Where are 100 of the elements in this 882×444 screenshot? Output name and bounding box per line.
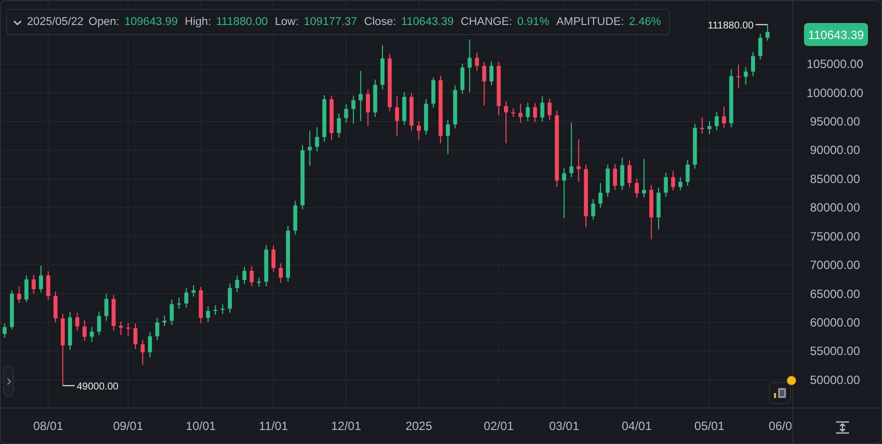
candlestick [206,306,210,322]
candlestick [358,70,363,122]
candlestick [612,164,617,190]
price-axis-label: 70000.00 [810,258,860,272]
candlestick [395,96,399,136]
candlestick [271,245,276,272]
legend-value: 2.46% [629,16,662,28]
time-axis-label: 12/01 [331,419,362,433]
notebook-icon [774,387,786,399]
candlestick [460,63,464,94]
candlestick [416,120,421,141]
candlestick [278,262,283,284]
chevron-right-icon [6,378,10,384]
candlestick [235,274,240,293]
candlestick [707,120,712,135]
time-axis-label: 06/0 [768,419,792,433]
time-axis-label: 08/01 [33,419,64,433]
candlestick [736,64,740,89]
candlestick [330,95,334,140]
candlestick [75,312,80,331]
candlestick [671,170,676,191]
candlestick [82,320,87,342]
expand-button[interactable] [3,365,14,397]
candlestick [90,326,94,342]
candlestick [504,100,508,144]
candlestick [758,33,762,60]
candlestick [46,270,50,301]
candlestick [308,130,312,166]
candlestick [2,323,7,338]
candlestick [628,160,632,188]
price-axis-label: 55000.00 [810,344,860,358]
candlestick [584,164,588,228]
legend-label: Close: [364,16,396,28]
candlestick [766,24,770,42]
candlestick [315,126,320,152]
candlestick [591,198,596,220]
price-axis-label: 95000.00 [810,114,860,129]
legend-label: AMPLITUDE: [556,16,624,28]
candlestick [162,315,166,326]
candlestick [192,284,196,298]
candlestick [686,160,690,186]
candlestick [642,158,646,198]
candlestick [526,102,530,122]
notes-button[interactable] [769,382,791,404]
candlestick [242,266,246,284]
candlestick [322,94,326,142]
price-marker: 111880.00 [708,20,754,32]
candlestick [511,108,516,118]
time-axis-label: 10/01 [186,419,216,433]
candlestick [148,332,152,358]
candlestick [344,104,348,124]
candlestick [213,304,218,316]
candlestick [649,184,654,240]
candlestick [300,144,305,210]
candlestick [54,290,58,323]
legend-label: CHANGE: [460,16,512,28]
candlestick [489,60,494,86]
candlestick [678,176,682,191]
candlestick [548,98,552,120]
legend-value: 109643.99 [124,16,178,28]
price-axis-label: 75000.00 [810,229,860,244]
candlestick [256,277,261,288]
time-axis-label: 05/01 [694,419,724,433]
candlestick [474,52,479,72]
candlestick [10,290,14,330]
price-axis-label: 85000.00 [810,172,860,186]
legend-label: Low: [274,16,299,28]
candlestick [140,339,145,366]
candlestick [533,102,538,123]
time-axis-label: 09/01 [113,419,144,433]
candlestick [198,286,203,324]
legend-value: 0.91% [517,16,550,28]
candlestick [714,111,719,131]
legend-value: 110643.39 [401,16,454,28]
price-axis-label: 50000.00 [810,372,860,387]
candlestick [184,288,188,308]
candlestick [366,88,370,127]
candlestick [380,44,384,90]
candlestick [729,68,734,128]
candlestick [24,274,28,303]
collapse-toggle[interactable] [13,18,22,26]
leader-line [62,385,76,386]
legend-label: Open: [88,16,120,28]
candlestick [104,293,108,322]
candlestick [228,282,232,314]
price-axis-label: 90000.00 [810,143,860,158]
price-axis-label: 100000.00 [806,86,864,100]
leader-line [755,24,768,26]
candlestick [744,66,748,86]
price-axis-label: 80000.00 [810,200,860,215]
candlestick [446,119,450,155]
time-axis-label: 02/01 [484,419,514,433]
candlestick [264,244,268,287]
candlestick [126,322,130,337]
candlestick [97,311,102,336]
price-axis-label: 60000.00 [810,315,860,330]
candlestick [692,123,697,170]
candlestick [336,113,341,138]
candlestick [664,172,668,198]
candlestick [453,84,458,129]
